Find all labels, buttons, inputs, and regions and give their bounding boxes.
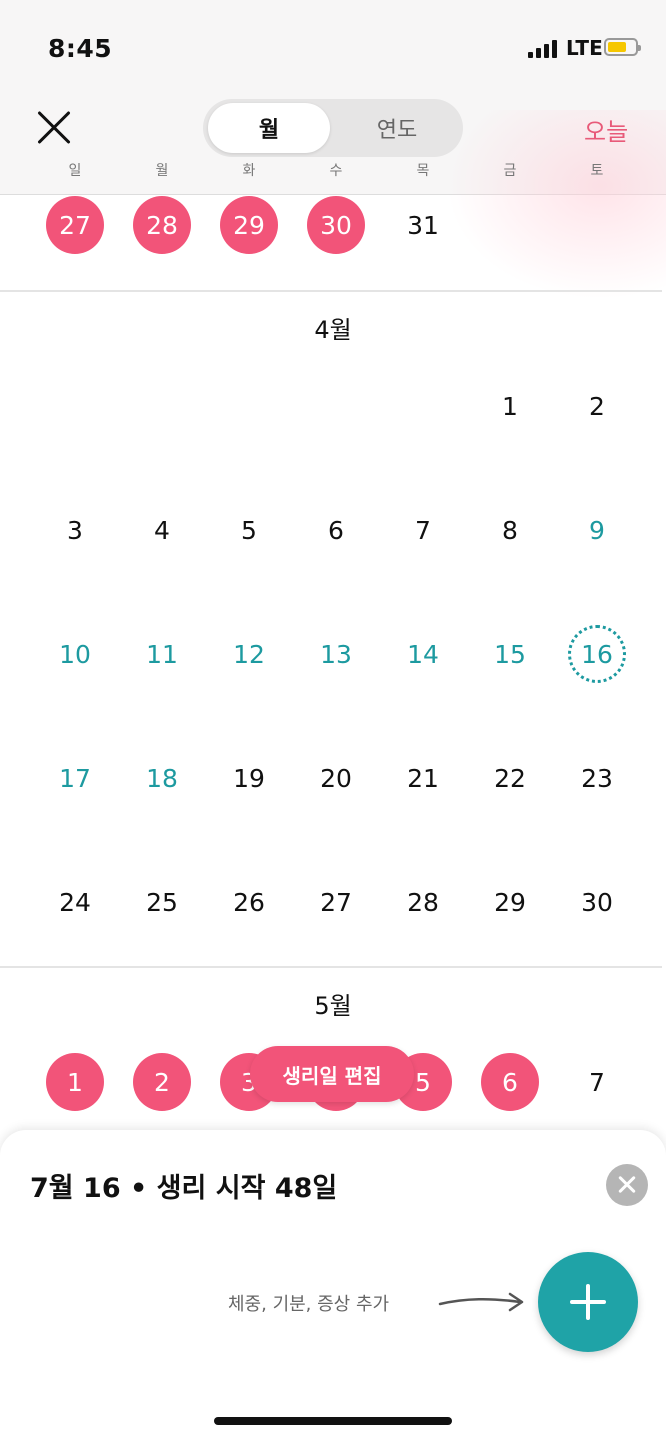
month-title-may: 5월 xyxy=(314,992,352,1020)
calendar-day[interactable]: 5 xyxy=(220,501,278,559)
segment-month[interactable]: 월 xyxy=(208,103,330,153)
weekday-label: 일 xyxy=(68,163,82,179)
calendar-day[interactable]: 4 xyxy=(133,501,191,559)
month-divider xyxy=(0,966,662,968)
sheet-title: 7월 16 • 생리 시작 48일 xyxy=(30,1173,338,1204)
calendar-day[interactable]: 24 xyxy=(46,873,104,931)
calendar-day[interactable]: 22 xyxy=(481,749,539,807)
calendar-day[interactable]: 20 xyxy=(307,749,365,807)
calendar-day[interactable]: 31 xyxy=(394,196,452,254)
calendar-day[interactable]: 8 xyxy=(481,501,539,559)
calendar-day[interactable]: 21 xyxy=(394,749,452,807)
calendar-day[interactable]: 7 xyxy=(394,501,452,559)
segment-year[interactable]: 연도 xyxy=(334,103,460,153)
calendar-day[interactable]: 9 xyxy=(568,501,626,559)
weekday-row: 일 월 화 수 목 금 토 xyxy=(0,160,666,186)
battery-icon xyxy=(604,38,641,56)
calendar-day[interactable]: 30 xyxy=(568,873,626,931)
close-icon[interactable] xyxy=(34,108,74,148)
month-title-april: 4월 xyxy=(314,316,352,344)
calendar-day[interactable]: 2 xyxy=(568,377,626,435)
calendar-day[interactable]: 29 xyxy=(481,873,539,931)
status-time: 8:45 xyxy=(48,34,113,63)
calendar-day[interactable]: 29 xyxy=(220,196,278,254)
arrow-right-icon xyxy=(438,1292,524,1312)
calendar-day[interactable]: 28 xyxy=(394,873,452,931)
calendar-day[interactable]: 13 xyxy=(307,625,365,683)
month-divider xyxy=(0,290,662,292)
calendar-day[interactable]: 3 xyxy=(46,501,104,559)
weekday-label: 금 xyxy=(503,163,517,179)
view-toggle: 월 연도 xyxy=(203,99,463,157)
calendar-day[interactable]: 30 xyxy=(307,196,365,254)
calendar-day[interactable]: 14 xyxy=(394,625,452,683)
calendar-day[interactable]: 18 xyxy=(133,749,191,807)
calendar-day-today[interactable]: 16 xyxy=(568,625,626,683)
calendar-day[interactable]: 27 xyxy=(46,196,104,254)
calendar-day[interactable]: 26 xyxy=(220,873,278,931)
weekday-label: 토 xyxy=(590,163,604,179)
network-type: LTE xyxy=(566,36,603,60)
calendar-day[interactable]: 23 xyxy=(568,749,626,807)
weekday-label: 목 xyxy=(416,163,430,179)
calendar-day[interactable]: 27 xyxy=(307,873,365,931)
calendar-day[interactable]: 7 xyxy=(568,1053,626,1111)
calendar-header: 월 연도 오늘 일 월 화 수 목 금 토 xyxy=(0,90,666,300)
calendar-day[interactable]: 1 xyxy=(481,377,539,435)
add-log-button[interactable] xyxy=(538,1252,638,1352)
calendar-grid: 4월 5월 27 28 29 30 31 1 2 3 4 5 6 7 8 9 10 11 12 13 14 15 16 1… xyxy=(0,195,666,1135)
status-bar: 8:45 LTE xyxy=(0,0,666,90)
calendar-day[interactable]: 28 xyxy=(133,196,191,254)
edit-period-button[interactable]: 생리일 편집 xyxy=(250,1046,414,1102)
calendar-day[interactable]: 1 xyxy=(46,1053,104,1111)
calendar-day[interactable]: 15 xyxy=(481,625,539,683)
calendar-day[interactable]: 25 xyxy=(133,873,191,931)
calendar-day[interactable]: 2 xyxy=(133,1053,191,1111)
calendar-day[interactable]: 19 xyxy=(220,749,278,807)
weekday-label: 수 xyxy=(329,163,343,179)
calendar-day[interactable]: 10 xyxy=(46,625,104,683)
add-hint-text: 체중, 기분, 증상 추가 xyxy=(228,1294,390,1315)
signal-icon xyxy=(528,40,560,58)
weekday-label: 월 xyxy=(155,163,169,179)
calendar-day[interactable]: 6 xyxy=(481,1053,539,1111)
calendar-day[interactable]: 17 xyxy=(46,749,104,807)
home-indicator xyxy=(214,1417,452,1425)
calendar-day[interactable]: 6 xyxy=(307,501,365,559)
weekday-label: 화 xyxy=(242,163,256,179)
today-button[interactable]: 오늘 xyxy=(584,112,628,147)
calendar-day[interactable]: 11 xyxy=(133,625,191,683)
close-sheet-icon[interactable] xyxy=(606,1164,648,1206)
day-detail-sheet: 7월 16 • 생리 시작 48일 체중, 기분, 증상 추가 xyxy=(0,1130,666,1440)
calendar-day[interactable]: 12 xyxy=(220,625,278,683)
